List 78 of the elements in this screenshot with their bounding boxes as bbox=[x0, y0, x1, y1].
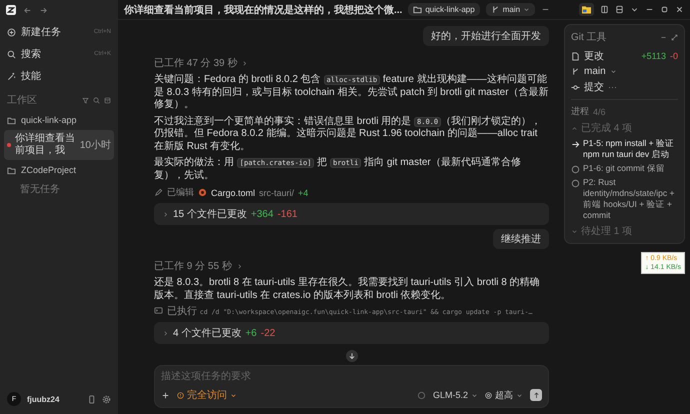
caret-icon bbox=[523, 6, 530, 13]
added-count: +5113 bbox=[641, 51, 666, 61]
branch-icon bbox=[490, 5, 500, 14]
folder-icon bbox=[413, 5, 422, 14]
branch-dropdown[interactable]: main bbox=[584, 66, 606, 77]
scroll-down-icon[interactable] bbox=[346, 350, 358, 362]
commit-button[interactable]: 提交 bbox=[584, 80, 604, 94]
project-chip[interactable]: quick-link-app bbox=[408, 3, 480, 16]
user-message: 继续推进 bbox=[493, 229, 549, 249]
work-duration: 已工作 9 分 55 秒 bbox=[154, 260, 232, 273]
search-icon bbox=[7, 50, 16, 58]
user-name: fjuubz24 bbox=[27, 394, 60, 404]
archive-icon[interactable] bbox=[104, 96, 111, 104]
app-logo-icon[interactable] bbox=[6, 5, 16, 15]
loading-ring-icon bbox=[416, 390, 426, 400]
chevron-up-icon bbox=[571, 124, 578, 132]
edit-label: 已编辑 bbox=[167, 186, 194, 199]
work-duration: 已工作 47 分 39 秒 bbox=[154, 56, 238, 70]
changes-summary[interactable]: 4 个文件已更改 +6 -22 bbox=[154, 322, 549, 344]
project-item[interactable]: quick-link-app bbox=[4, 112, 114, 128]
removed-count: -0 bbox=[670, 51, 678, 61]
expand-icon[interactable] bbox=[671, 34, 678, 40]
filter-icon[interactable] bbox=[82, 96, 89, 104]
more-text: ··· bbox=[608, 82, 617, 92]
empty-text: 暂无任务 bbox=[19, 182, 61, 197]
settings-icon[interactable] bbox=[102, 394, 111, 404]
commit-icon bbox=[571, 82, 580, 92]
chevron-right-icon[interactable] bbox=[241, 60, 248, 66]
branch-icon bbox=[571, 67, 580, 76]
folder-icon bbox=[7, 116, 16, 124]
arrow-up-icon bbox=[532, 392, 540, 398]
phone-icon[interactable] bbox=[87, 394, 96, 404]
file-name[interactable]: Cargo.toml bbox=[211, 188, 256, 198]
target-icon bbox=[485, 392, 492, 398]
branch-chip[interactable]: main bbox=[486, 3, 536, 16]
send-button[interactable] bbox=[530, 389, 542, 401]
maximize-icon[interactable] bbox=[660, 5, 669, 14]
task-step: P2: Rust identity/mdns/state/ipc + 前端 hooks/UI + 验证 + commit bbox=[583, 177, 678, 221]
terminal-icon bbox=[154, 306, 163, 315]
crate-icon bbox=[198, 188, 207, 197]
back-arrow-icon[interactable] bbox=[23, 6, 32, 14]
caret-icon bbox=[610, 68, 617, 75]
section-label: 工作区 bbox=[7, 94, 38, 107]
file-path: src-tauri/ bbox=[259, 188, 294, 198]
panel-title: Git 工具 bbox=[571, 31, 607, 44]
project-item[interactable]: ZCodeProject bbox=[4, 162, 114, 178]
chevron-right-icon bbox=[162, 210, 169, 218]
access-dropdown[interactable]: 完全访问 bbox=[177, 388, 237, 402]
conversation-title: 你详细查看当前项目，我现在的情况是这样的，我想把这个微... bbox=[124, 3, 402, 16]
folder-icon[interactable] bbox=[579, 3, 594, 16]
user-message: 好的，开始进行全面开发 bbox=[423, 26, 549, 46]
new-task-icon bbox=[7, 28, 16, 36]
effort-dropdown[interactable]: 超高 bbox=[485, 388, 523, 402]
close-icon[interactable] bbox=[675, 5, 684, 14]
panel-icon[interactable] bbox=[600, 5, 609, 14]
section-label: 进程 bbox=[571, 105, 589, 118]
warning-icon bbox=[177, 392, 184, 398]
changes-item[interactable]: 更改 bbox=[584, 49, 604, 63]
empty-circle-icon bbox=[571, 165, 580, 174]
forward-arrow-icon[interactable] bbox=[39, 6, 48, 14]
empty-circle-icon bbox=[571, 179, 580, 188]
task-step: P1-6: git commit 保留 bbox=[583, 163, 665, 174]
sidebar-nav-item[interactable]: 技能 bbox=[4, 66, 114, 86]
added-count: +4 bbox=[298, 188, 308, 198]
task-step: P1-5: npm install + 验证 npm run tauri dev 启动 bbox=[583, 138, 678, 160]
pencil-icon bbox=[154, 188, 163, 197]
changes-summary[interactable]: 15 个文件已更改 +364 -161 bbox=[154, 203, 549, 225]
progress-count: 4/6 bbox=[593, 106, 606, 116]
file-icon bbox=[571, 52, 580, 60]
message-paragraph: 还是 8.0.3。brotli 8 在 tauri-utils 里存在很久。我需要找到 tauri-utils 引入 brotli 8 的精确版本。直接查 tauri-utils 在 crates.io 的版本列表和 brotli 依赖变化。 bbox=[154, 277, 541, 302]
search-icon[interactable] bbox=[93, 96, 100, 104]
folder-icon bbox=[7, 166, 16, 174]
arrow-right-icon bbox=[571, 140, 580, 149]
chevron-right-icon bbox=[162, 330, 169, 336]
wand-icon bbox=[7, 72, 16, 80]
model-dropdown[interactable]: GLM-5.2 bbox=[432, 390, 478, 400]
layout-icon[interactable] bbox=[615, 5, 624, 14]
plus-icon[interactable] bbox=[161, 390, 170, 400]
